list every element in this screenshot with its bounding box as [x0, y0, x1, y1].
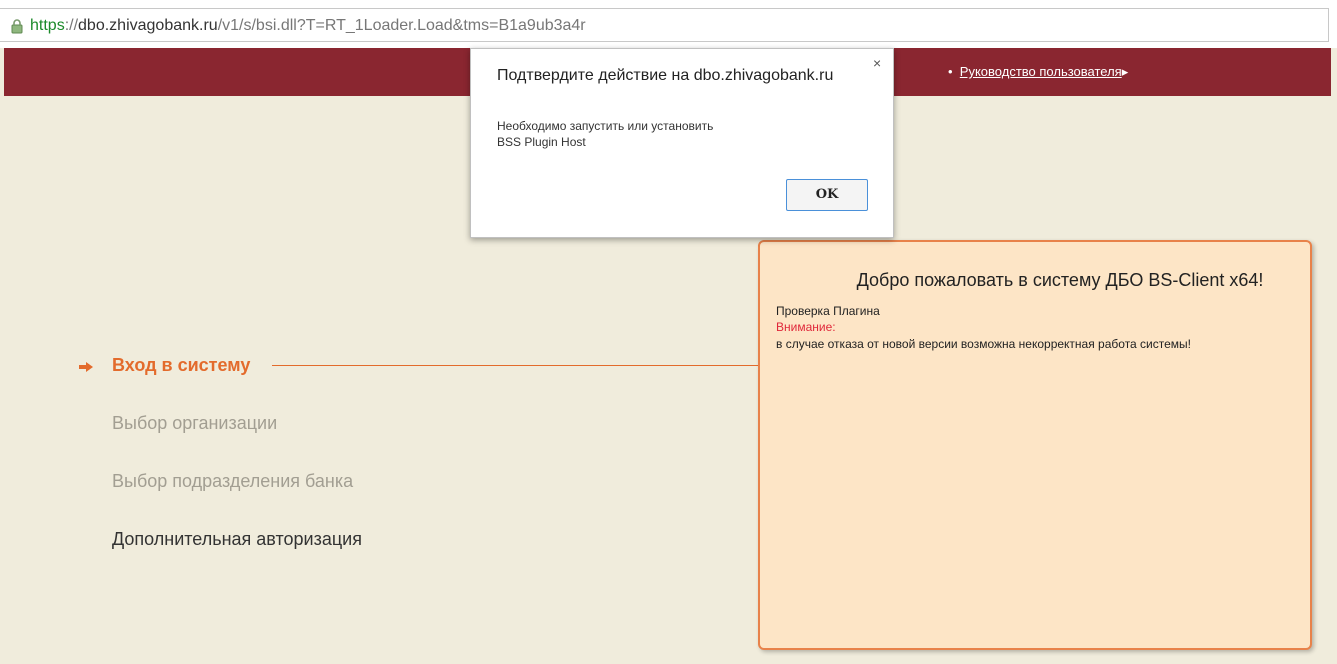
dialog-title: Подтвердите действие на dbo.zhivagobank.…	[497, 67, 834, 84]
ok-button[interactable]: OK	[786, 179, 868, 211]
warning-text: в случае отказа от новой версии возможна…	[776, 337, 1192, 351]
padlock-icon	[11, 19, 23, 34]
step-connector-line	[272, 365, 764, 366]
url-text: https://dbo.zhivagobank.ru/v1/s/bsi.dll?…	[30, 17, 586, 35]
welcome-panel: Добро пожаловать в систему ДБО BS-Client…	[758, 240, 1312, 650]
warning-label: Внимание:	[776, 320, 836, 334]
plugin-check-label: Проверка Плагина	[776, 304, 880, 318]
close-icon[interactable]: ×	[873, 55, 881, 71]
url-field[interactable]: https://dbo.zhivagobank.ru/v1/s/bsi.dll?…	[0, 8, 1329, 42]
url-separator: ://	[64, 17, 79, 34]
url-host: dbo.zhivagobank.ru	[78, 17, 218, 34]
browser-address-bar: https://dbo.zhivagobank.ru/v1/s/bsi.dll?…	[0, 0, 1337, 48]
url-query: ?T=RT_1Loader.Load&tms=B1a9ub3a4r	[296, 17, 586, 34]
step-select-organization: Выбор организации	[112, 413, 278, 433]
dialog-message-line1: Необходимо запустить или установить	[497, 119, 714, 133]
confirm-dialog: Подтвердите действие на dbo.zhivagobank.…	[470, 48, 894, 238]
step-login[interactable]: Вход в систему	[112, 355, 250, 376]
user-manual-link[interactable]: • Руководство пользователя▸	[948, 64, 1128, 80]
arrow-right-icon	[79, 362, 93, 372]
url-path: /v1/s/bsi.dll	[217, 17, 297, 34]
link-arrow-icon: ▸	[1121, 64, 1129, 79]
step-additional-authorization: Дополнительная авторизация	[112, 529, 362, 549]
step-select-bank-branch: Выбор подразделения банка	[112, 471, 354, 491]
url-scheme: https	[30, 17, 65, 34]
bullet: •	[948, 64, 953, 79]
panel-title: Добро пожаловать в систему ДБО BS-Client…	[856, 270, 1264, 290]
dialog-message-line2: BSS Plugin Host	[497, 135, 586, 149]
user-manual-label: Руководство пользователя	[959, 64, 1122, 79]
